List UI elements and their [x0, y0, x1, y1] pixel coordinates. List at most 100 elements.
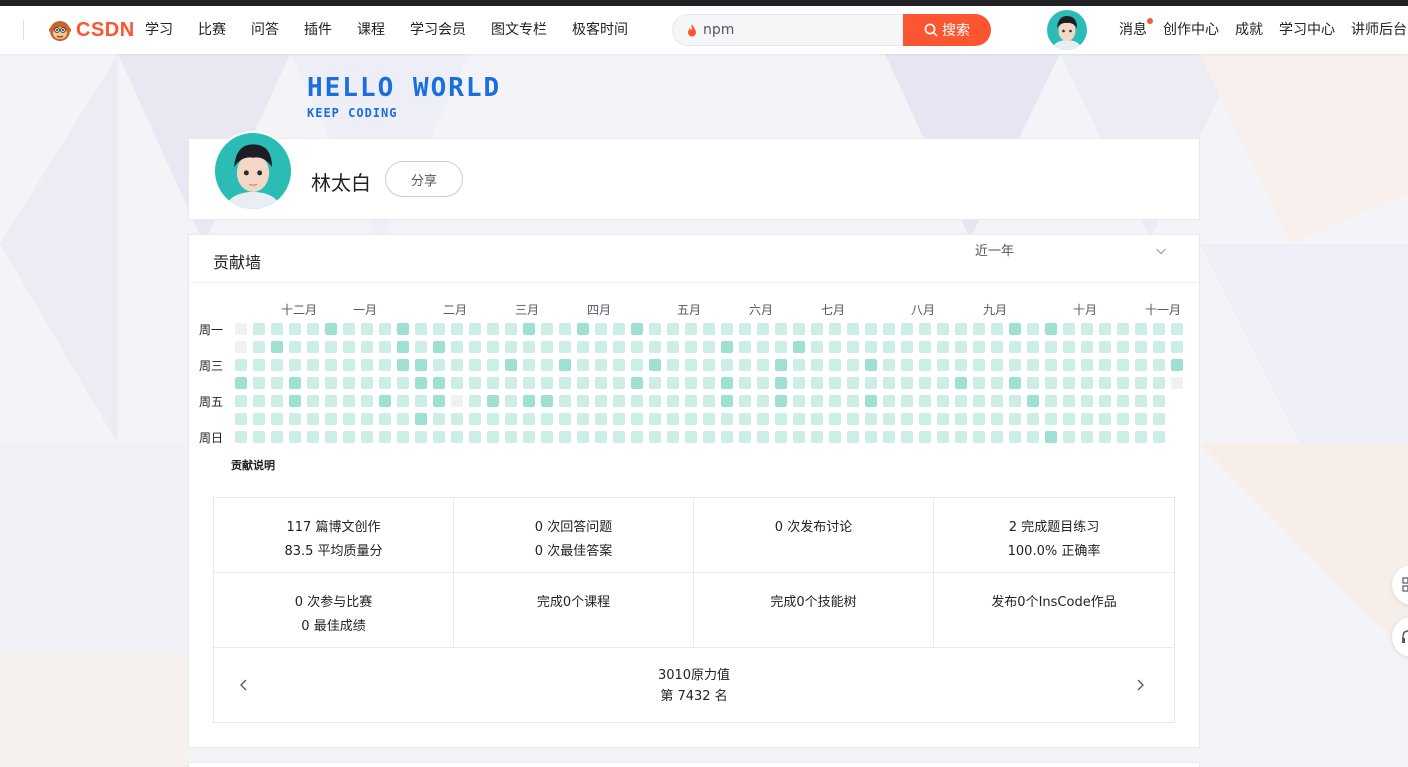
contribution-cell[interactable] [343, 395, 355, 407]
contribution-cell[interactable] [613, 413, 625, 425]
contribution-cell[interactable] [631, 323, 643, 335]
contribution-cell[interactable] [721, 431, 733, 443]
contribution-cell[interactable] [1171, 341, 1183, 353]
contribution-cell[interactable] [613, 431, 625, 443]
contribution-cell[interactable] [775, 413, 787, 425]
contribution-cell[interactable] [613, 395, 625, 407]
contribution-cell[interactable] [577, 341, 589, 353]
contribution-cell[interactable] [253, 377, 265, 389]
contribution-cell[interactable] [1009, 413, 1021, 425]
contribution-cell[interactable] [379, 323, 391, 335]
contribution-cell[interactable] [667, 431, 679, 443]
contribution-cell[interactable] [343, 341, 355, 353]
contribution-cell[interactable] [415, 431, 427, 443]
contribution-cell[interactable] [865, 359, 877, 371]
search-input[interactable] [703, 22, 893, 38]
contribution-cell[interactable] [703, 323, 715, 335]
contribution-cell[interactable] [775, 341, 787, 353]
contribution-cell[interactable] [901, 431, 913, 443]
contribution-cell[interactable] [829, 431, 841, 443]
contribution-cell[interactable] [1027, 413, 1039, 425]
chevron-right-icon[interactable] [1132, 676, 1148, 694]
contribution-cell[interactable] [991, 395, 1003, 407]
contribution-cell[interactable] [757, 413, 769, 425]
contribution-cell[interactable] [577, 395, 589, 407]
contribution-cell[interactable] [577, 413, 589, 425]
contribution-cell[interactable] [649, 359, 661, 371]
contribution-cell[interactable] [1027, 431, 1039, 443]
contribution-cell[interactable] [289, 413, 301, 425]
contribution-cell[interactable] [919, 341, 931, 353]
contribution-cell[interactable] [829, 359, 841, 371]
search-button[interactable]: 搜索 [903, 14, 991, 46]
contribution-cell[interactable] [703, 431, 715, 443]
contribution-cell[interactable] [1081, 359, 1093, 371]
contribution-cell[interactable] [649, 413, 661, 425]
contribution-cell[interactable] [775, 395, 787, 407]
contribution-cell[interactable] [649, 395, 661, 407]
contribution-cell[interactable] [973, 359, 985, 371]
contribution-cell[interactable] [1009, 359, 1021, 371]
contribution-cell[interactable] [487, 431, 499, 443]
contribution-cell[interactable] [1117, 323, 1129, 335]
contribution-cell[interactable] [415, 395, 427, 407]
contribution-cell[interactable] [901, 341, 913, 353]
contribution-cell[interactable] [1081, 431, 1093, 443]
contribution-cell[interactable] [433, 431, 445, 443]
contribution-cell[interactable] [289, 323, 301, 335]
contribution-cell[interactable] [1081, 323, 1093, 335]
contribution-cell[interactable] [937, 395, 949, 407]
contribution-cell[interactable] [667, 341, 679, 353]
contribution-cell[interactable] [343, 413, 355, 425]
contribution-cell[interactable] [541, 341, 553, 353]
contribution-cell[interactable] [1063, 395, 1075, 407]
share-button[interactable]: 分享 [385, 161, 463, 197]
contribution-cell[interactable] [595, 323, 607, 335]
contribution-cell[interactable] [901, 323, 913, 335]
contribution-cell[interactable] [955, 395, 967, 407]
contribution-cell[interactable] [973, 395, 985, 407]
contribution-cell[interactable] [955, 431, 967, 443]
contribution-cell[interactable] [595, 341, 607, 353]
contribution-cell[interactable] [1045, 359, 1057, 371]
contribution-cell[interactable] [721, 395, 733, 407]
contribution-cell[interactable] [937, 413, 949, 425]
contribution-cell[interactable] [991, 341, 1003, 353]
contribution-cell[interactable] [613, 359, 625, 371]
contribution-cell[interactable] [487, 341, 499, 353]
contribution-cell[interactable] [235, 431, 247, 443]
contribution-cell[interactable] [289, 341, 301, 353]
contribution-cell[interactable] [847, 359, 859, 371]
contribution-cell[interactable] [667, 413, 679, 425]
contribution-cell[interactable] [1009, 341, 1021, 353]
contribution-cell[interactable] [1063, 431, 1075, 443]
contribution-cell[interactable] [1081, 395, 1093, 407]
contribution-cell[interactable] [451, 359, 463, 371]
contribution-cell[interactable] [415, 359, 427, 371]
contribution-cell[interactable] [667, 395, 679, 407]
contribution-cell[interactable] [505, 431, 517, 443]
nav-item-column[interactable]: 图文专栏 [491, 20, 547, 40]
contribution-cell[interactable] [379, 377, 391, 389]
contribution-cell[interactable] [1045, 323, 1057, 335]
contribution-cell[interactable] [397, 395, 409, 407]
contribution-cell[interactable] [379, 413, 391, 425]
contribution-cell[interactable] [469, 377, 481, 389]
contribution-cell[interactable] [451, 341, 463, 353]
contribution-cell[interactable] [685, 359, 697, 371]
contribution-cell[interactable] [1135, 431, 1147, 443]
contribution-cell[interactable] [505, 413, 517, 425]
contribution-cell[interactable] [559, 323, 571, 335]
contribution-cell[interactable] [1153, 341, 1165, 353]
contribution-cell[interactable] [487, 359, 499, 371]
contribution-cell[interactable] [1027, 359, 1039, 371]
contribution-cell[interactable] [883, 431, 895, 443]
contribution-cell[interactable] [397, 431, 409, 443]
contribution-cell[interactable] [793, 413, 805, 425]
contribution-cell[interactable] [775, 377, 787, 389]
contribution-cell[interactable] [631, 395, 643, 407]
contribution-cell[interactable] [1009, 395, 1021, 407]
contribution-cell[interactable] [811, 323, 823, 335]
contribution-cell[interactable] [937, 377, 949, 389]
contribution-cell[interactable] [415, 341, 427, 353]
